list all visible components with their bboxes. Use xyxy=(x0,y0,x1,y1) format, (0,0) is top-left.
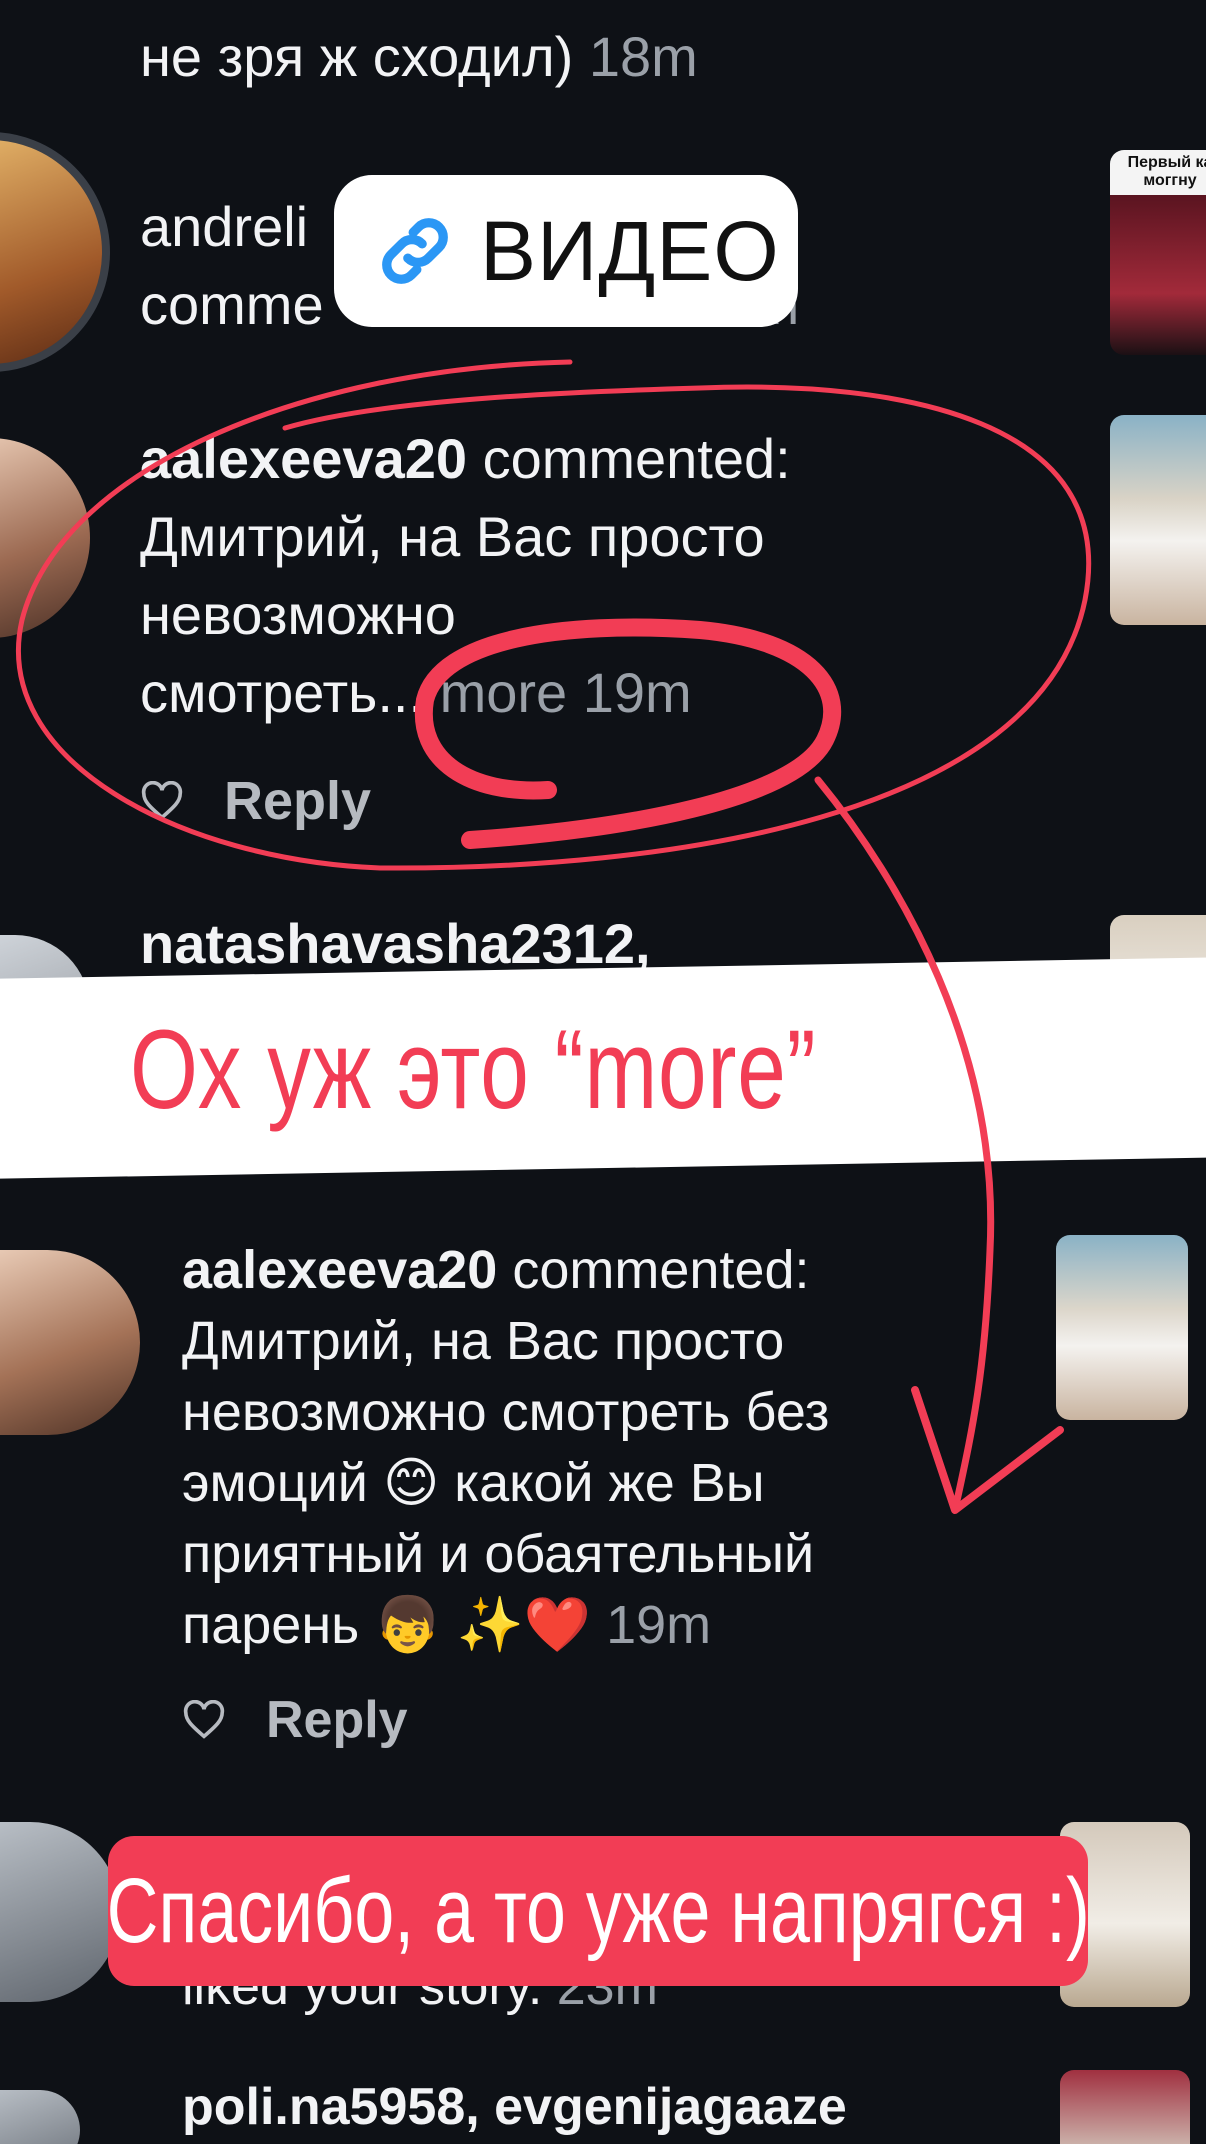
thumbnail-caption: Первый ка моггну xyxy=(1127,154,1206,189)
comment-line: смотреть... xyxy=(140,661,424,724)
timestamp: 18m xyxy=(588,25,698,88)
reply-button[interactable]: Reply xyxy=(224,770,371,832)
username-fragment: andreli xyxy=(140,195,309,258)
comment-line: какой же Вы xyxy=(454,1453,765,1513)
post-thumbnail[interactable] xyxy=(1110,415,1206,625)
avatar[interactable] xyxy=(0,1250,140,1435)
action-text: commented: xyxy=(482,427,791,490)
comment-line: Дмитрий, на Вас просто xyxy=(140,505,765,568)
comment-line: приятный и обаятельный xyxy=(182,1524,815,1584)
timestamp: 19m xyxy=(606,1595,712,1655)
heart-icon[interactable] xyxy=(140,781,184,821)
username[interactable]: aalexeeva20 xyxy=(182,1240,497,1300)
comment-line: парень xyxy=(182,1595,360,1655)
smile-emoji-icon: 😊 xyxy=(382,1453,440,1513)
notification-text-partial: не зря ж сходил) 18m xyxy=(140,18,698,96)
post-thumbnail[interactable]: Первый ка моггну xyxy=(1110,150,1206,355)
avatar[interactable] xyxy=(0,132,110,372)
comment-notification[interactable]: aalexeeva20 commented: Дмитрий, на Вас п… xyxy=(182,1235,962,1661)
heart-icon[interactable] xyxy=(182,1700,226,1740)
avatar[interactable] xyxy=(0,438,90,638)
reply-row: Reply xyxy=(182,1690,408,1750)
notification-text[interactable]: poli.na5958, evgenijagaaze xyxy=(182,2068,847,2144)
text-fragment: comme xyxy=(140,273,324,336)
avatar[interactable] xyxy=(0,1822,120,2002)
reaction-text: Спасибо, а то уже напрягся :) xyxy=(106,1859,1090,1962)
partial-text: не зря ж сходил) xyxy=(140,25,574,88)
post-thumbnail[interactable] xyxy=(1060,2070,1190,2144)
video-label: ВИДЕО xyxy=(480,203,780,298)
username[interactable]: aalexeeva20 xyxy=(140,427,467,490)
link-icon xyxy=(382,218,448,284)
reply-button[interactable]: Reply xyxy=(266,1690,408,1750)
comment-line: невозможно xyxy=(140,583,456,646)
comment-line: невозможно смотреть без xyxy=(182,1382,830,1442)
post-thumbnail[interactable] xyxy=(1056,1235,1188,1420)
action-text: commented: xyxy=(512,1240,810,1300)
comment-line: эмоций xyxy=(182,1453,368,1513)
reply-row: Reply xyxy=(140,770,371,832)
timestamp: 19m xyxy=(582,661,692,724)
sparkles-emoji-icon: ✨ xyxy=(456,1595,524,1655)
boy-emoji-icon: 👦 xyxy=(374,1595,442,1655)
more-link[interactable]: more xyxy=(440,661,568,724)
video-link-sticker[interactable]: ВИДЕО xyxy=(334,175,798,327)
username[interactable]: natashavasha2312, xyxy=(140,912,651,975)
comment-notification[interactable]: aalexeeva20 commented: Дмитрий, на Вас п… xyxy=(140,420,1000,732)
avatar[interactable] xyxy=(0,2090,80,2144)
heart-emoji-icon: ❤️ xyxy=(523,1595,592,1655)
comment-line: Дмитрий, на Вас просто xyxy=(182,1311,785,1371)
usernames[interactable]: poli.na5958, evgenijagaaze xyxy=(182,2078,847,2136)
headline-text: Ох уж это “more” xyxy=(130,1007,817,1132)
reaction-sticker: Спасибо, а то уже напрягся :) xyxy=(106,1836,1090,1986)
